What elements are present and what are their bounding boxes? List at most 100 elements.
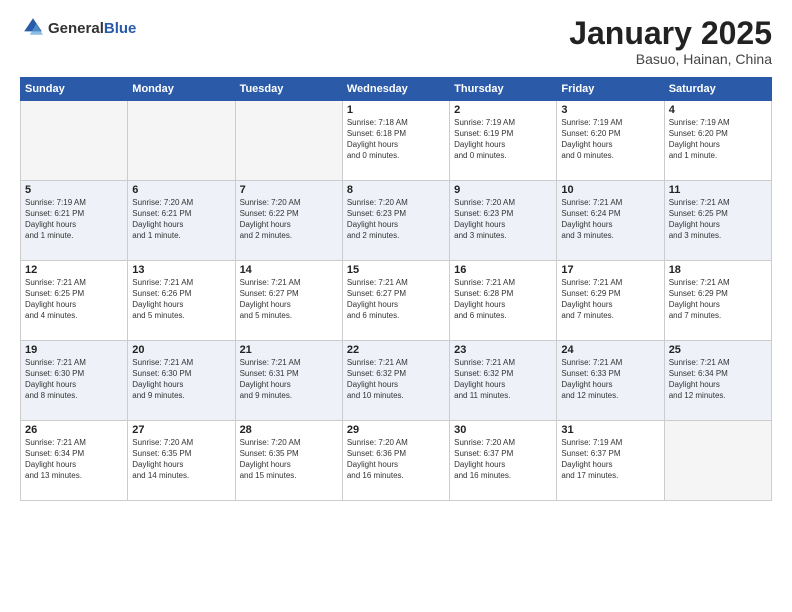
day-info: Sunrise: 7:20 AM Sunset: 6:21 PM Dayligh…	[132, 198, 230, 241]
table-row	[21, 101, 128, 181]
day-number: 1	[347, 104, 445, 116]
day-number: 2	[454, 104, 552, 116]
calendar-header-row: Sunday Monday Tuesday Wednesday Thursday…	[21, 78, 772, 101]
day-number: 21	[240, 344, 338, 356]
day-info: Sunrise: 7:21 AM Sunset: 6:25 PM Dayligh…	[25, 278, 123, 321]
day-number: 12	[25, 264, 123, 276]
table-row: 20 Sunrise: 7:21 AM Sunset: 6:30 PM Dayl…	[128, 341, 235, 421]
day-info: Sunrise: 7:20 AM Sunset: 6:23 PM Dayligh…	[454, 198, 552, 241]
day-number: 27	[132, 424, 230, 436]
day-number: 29	[347, 424, 445, 436]
day-info: Sunrise: 7:21 AM Sunset: 6:26 PM Dayligh…	[132, 278, 230, 321]
table-row: 26 Sunrise: 7:21 AM Sunset: 6:34 PM Dayl…	[21, 421, 128, 501]
table-row: 22 Sunrise: 7:21 AM Sunset: 6:32 PM Dayl…	[342, 341, 449, 421]
day-info: Sunrise: 7:20 AM Sunset: 6:35 PM Dayligh…	[240, 438, 338, 481]
day-info: Sunrise: 7:21 AM Sunset: 6:30 PM Dayligh…	[25, 358, 123, 401]
day-info: Sunrise: 7:20 AM Sunset: 6:23 PM Dayligh…	[347, 198, 445, 241]
page: GeneralBlue January 2025 Basuo, Hainan, …	[0, 0, 792, 612]
calendar-table: Sunday Monday Tuesday Wednesday Thursday…	[20, 77, 772, 501]
day-number: 4	[669, 104, 767, 116]
day-number: 9	[454, 184, 552, 196]
calendar-week-row: 5 Sunrise: 7:19 AM Sunset: 6:21 PM Dayli…	[21, 181, 772, 261]
table-row: 30 Sunrise: 7:20 AM Sunset: 6:37 PM Dayl…	[450, 421, 557, 501]
table-row: 27 Sunrise: 7:20 AM Sunset: 6:35 PM Dayl…	[128, 421, 235, 501]
day-number: 11	[669, 184, 767, 196]
day-number: 24	[561, 344, 659, 356]
calendar-week-row: 1 Sunrise: 7:18 AM Sunset: 6:18 PM Dayli…	[21, 101, 772, 181]
title-location: Basuo, Hainan, China	[569, 51, 772, 67]
day-info: Sunrise: 7:21 AM Sunset: 6:34 PM Dayligh…	[25, 438, 123, 481]
day-number: 15	[347, 264, 445, 276]
table-row: 24 Sunrise: 7:21 AM Sunset: 6:33 PM Dayl…	[557, 341, 664, 421]
day-number: 17	[561, 264, 659, 276]
title-block: January 2025 Basuo, Hainan, China	[569, 16, 772, 67]
title-month: January 2025	[569, 16, 772, 51]
day-info: Sunrise: 7:21 AM Sunset: 6:29 PM Dayligh…	[669, 278, 767, 321]
table-row: 2 Sunrise: 7:19 AM Sunset: 6:19 PM Dayli…	[450, 101, 557, 181]
day-info: Sunrise: 7:19 AM Sunset: 6:20 PM Dayligh…	[669, 118, 767, 161]
day-info: Sunrise: 7:19 AM Sunset: 6:37 PM Dayligh…	[561, 438, 659, 481]
day-number: 22	[347, 344, 445, 356]
day-number: 13	[132, 264, 230, 276]
day-number: 16	[454, 264, 552, 276]
col-wednesday: Wednesday	[342, 78, 449, 101]
table-row: 14 Sunrise: 7:21 AM Sunset: 6:27 PM Dayl…	[235, 261, 342, 341]
calendar-week-row: 26 Sunrise: 7:21 AM Sunset: 6:34 PM Dayl…	[21, 421, 772, 501]
day-info: Sunrise: 7:20 AM Sunset: 6:35 PM Dayligh…	[132, 438, 230, 481]
day-info: Sunrise: 7:21 AM Sunset: 6:31 PM Dayligh…	[240, 358, 338, 401]
day-number: 26	[25, 424, 123, 436]
table-row	[128, 101, 235, 181]
table-row: 13 Sunrise: 7:21 AM Sunset: 6:26 PM Dayl…	[128, 261, 235, 341]
table-row: 9 Sunrise: 7:20 AM Sunset: 6:23 PM Dayli…	[450, 181, 557, 261]
day-info: Sunrise: 7:21 AM Sunset: 6:30 PM Dayligh…	[132, 358, 230, 401]
day-number: 6	[132, 184, 230, 196]
table-row	[235, 101, 342, 181]
day-number: 14	[240, 264, 338, 276]
day-number: 25	[669, 344, 767, 356]
day-number: 3	[561, 104, 659, 116]
day-info: Sunrise: 7:21 AM Sunset: 6:32 PM Dayligh…	[347, 358, 445, 401]
col-monday: Monday	[128, 78, 235, 101]
table-row: 28 Sunrise: 7:20 AM Sunset: 6:35 PM Dayl…	[235, 421, 342, 501]
day-number: 31	[561, 424, 659, 436]
table-row: 8 Sunrise: 7:20 AM Sunset: 6:23 PM Dayli…	[342, 181, 449, 261]
logo-general: General	[48, 20, 104, 37]
day-info: Sunrise: 7:20 AM Sunset: 6:36 PM Dayligh…	[347, 438, 445, 481]
table-row: 12 Sunrise: 7:21 AM Sunset: 6:25 PM Dayl…	[21, 261, 128, 341]
day-info: Sunrise: 7:19 AM Sunset: 6:20 PM Dayligh…	[561, 118, 659, 161]
table-row: 31 Sunrise: 7:19 AM Sunset: 6:37 PM Dayl…	[557, 421, 664, 501]
table-row: 11 Sunrise: 7:21 AM Sunset: 6:25 PM Dayl…	[664, 181, 771, 261]
day-number: 10	[561, 184, 659, 196]
day-number: 8	[347, 184, 445, 196]
table-row: 5 Sunrise: 7:19 AM Sunset: 6:21 PM Dayli…	[21, 181, 128, 261]
calendar-week-row: 19 Sunrise: 7:21 AM Sunset: 6:30 PM Dayl…	[21, 341, 772, 421]
table-row: 4 Sunrise: 7:19 AM Sunset: 6:20 PM Dayli…	[664, 101, 771, 181]
table-row: 29 Sunrise: 7:20 AM Sunset: 6:36 PM Dayl…	[342, 421, 449, 501]
day-number: 7	[240, 184, 338, 196]
table-row: 7 Sunrise: 7:20 AM Sunset: 6:22 PM Dayli…	[235, 181, 342, 261]
logo-blue: Blue	[104, 20, 137, 37]
col-friday: Friday	[557, 78, 664, 101]
table-row: 10 Sunrise: 7:21 AM Sunset: 6:24 PM Dayl…	[557, 181, 664, 261]
table-row: 21 Sunrise: 7:21 AM Sunset: 6:31 PM Dayl…	[235, 341, 342, 421]
day-info: Sunrise: 7:21 AM Sunset: 6:27 PM Dayligh…	[347, 278, 445, 321]
day-info: Sunrise: 7:18 AM Sunset: 6:18 PM Dayligh…	[347, 118, 445, 161]
day-info: Sunrise: 7:21 AM Sunset: 6:29 PM Dayligh…	[561, 278, 659, 321]
day-number: 28	[240, 424, 338, 436]
table-row: 18 Sunrise: 7:21 AM Sunset: 6:29 PM Dayl…	[664, 261, 771, 341]
day-info: Sunrise: 7:21 AM Sunset: 6:28 PM Dayligh…	[454, 278, 552, 321]
logo-icon	[22, 16, 44, 38]
col-sunday: Sunday	[21, 78, 128, 101]
day-info: Sunrise: 7:21 AM Sunset: 6:27 PM Dayligh…	[240, 278, 338, 321]
table-row: 25 Sunrise: 7:21 AM Sunset: 6:34 PM Dayl…	[664, 341, 771, 421]
table-row: 19 Sunrise: 7:21 AM Sunset: 6:30 PM Dayl…	[21, 341, 128, 421]
day-number: 23	[454, 344, 552, 356]
table-row: 23 Sunrise: 7:21 AM Sunset: 6:32 PM Dayl…	[450, 341, 557, 421]
table-row: 16 Sunrise: 7:21 AM Sunset: 6:28 PM Dayl…	[450, 261, 557, 341]
day-info: Sunrise: 7:19 AM Sunset: 6:19 PM Dayligh…	[454, 118, 552, 161]
day-number: 5	[25, 184, 123, 196]
day-number: 19	[25, 344, 123, 356]
day-number: 30	[454, 424, 552, 436]
day-info: Sunrise: 7:21 AM Sunset: 6:25 PM Dayligh…	[669, 198, 767, 241]
table-row: 15 Sunrise: 7:21 AM Sunset: 6:27 PM Dayl…	[342, 261, 449, 341]
